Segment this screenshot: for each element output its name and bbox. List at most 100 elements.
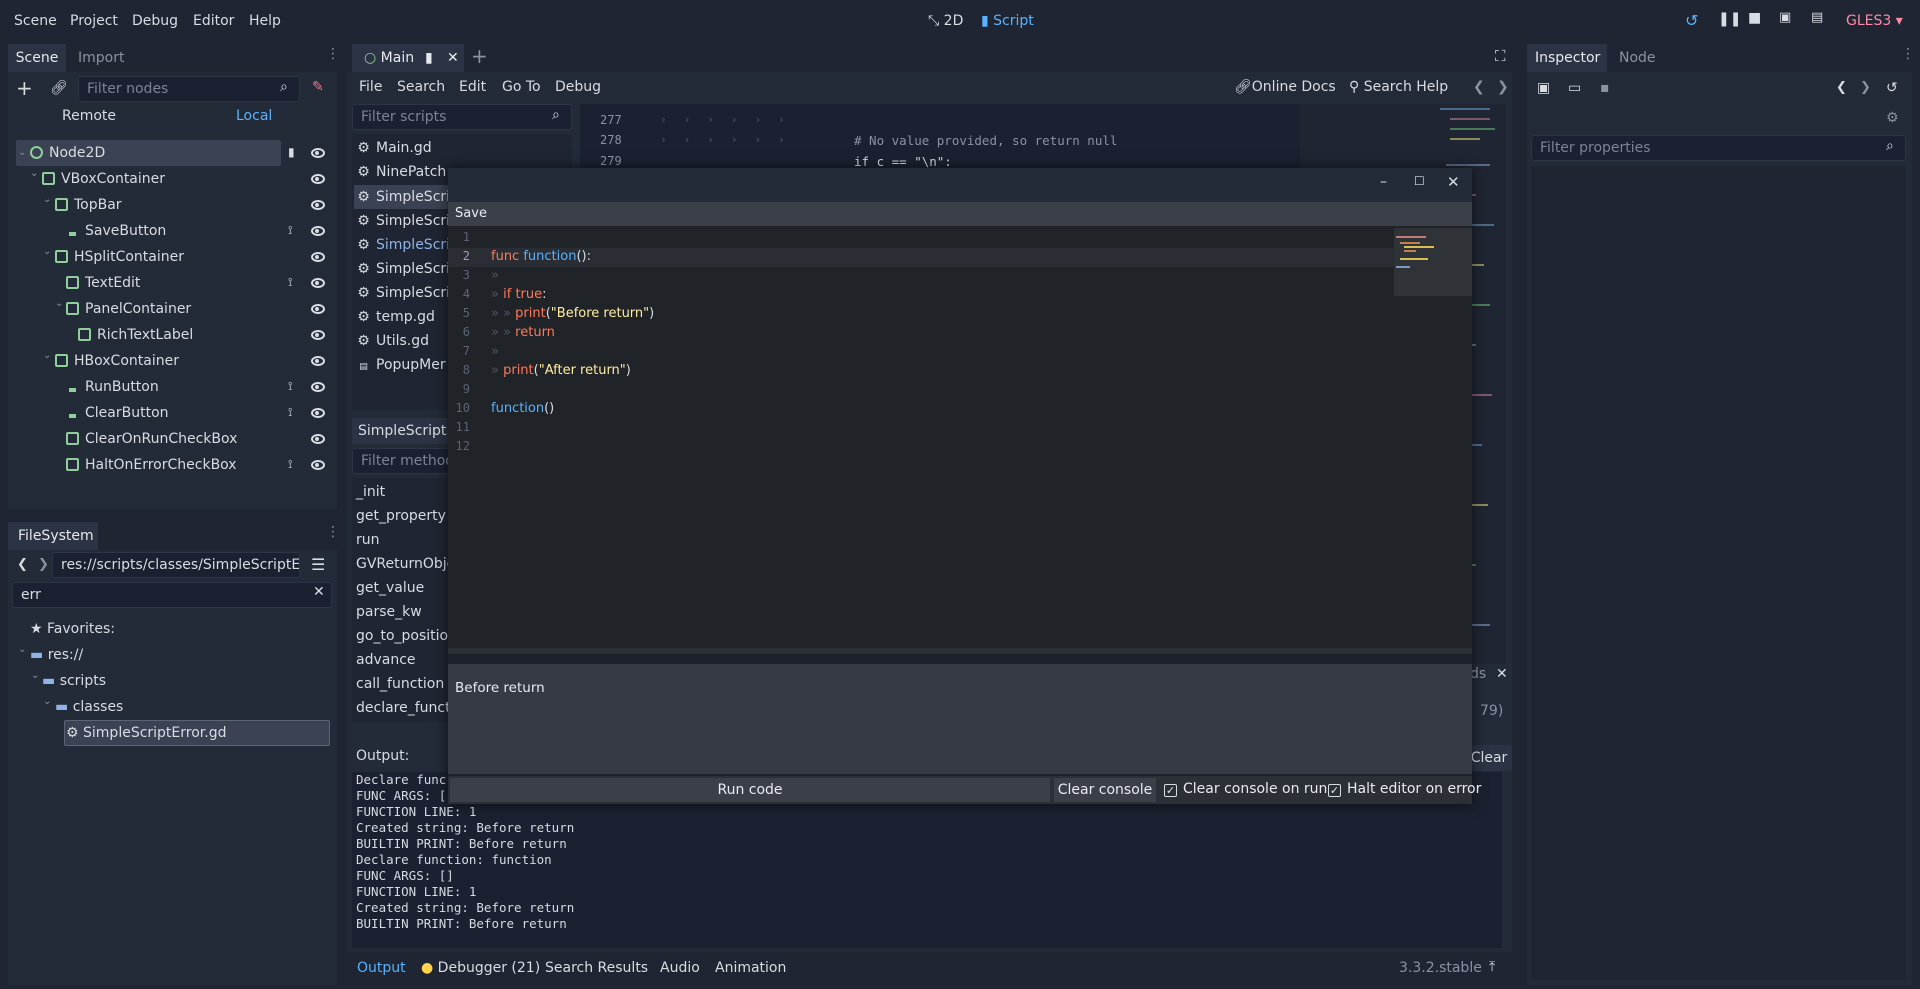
tab-output[interactable]: Output xyxy=(357,960,406,976)
close-icon[interactable]: ✕ xyxy=(447,44,459,72)
expand-panel-icon[interactable]: ⤒ xyxy=(1489,959,1495,975)
maximize-icon[interactable]: ☐ xyxy=(1414,174,1425,188)
chevron-down-icon[interactable]: ⌄ xyxy=(43,350,51,361)
tree-node[interactable]: Node2D xyxy=(30,140,105,166)
visibility-icon[interactable] xyxy=(311,460,325,470)
folder-item[interactable]: ▬ scripts xyxy=(42,668,106,694)
visibility-icon[interactable] xyxy=(311,434,325,444)
chevron-down-icon[interactable]: ⌄ xyxy=(43,194,51,205)
close-icon[interactable]: ✕ xyxy=(1447,173,1460,191)
next-script-icon[interactable]: ❯ xyxy=(1497,79,1509,95)
back-icon[interactable]: ❮ xyxy=(1836,80,1847,95)
link-icon[interactable]: 🔗︎ xyxy=(50,80,68,96)
script-icon[interactable]: ▮ xyxy=(288,145,295,159)
method-item[interactable]: get_value xyxy=(356,576,424,600)
text-edit[interactable] xyxy=(448,226,1472,648)
filter-nodes-input[interactable]: Filter nodes xyxy=(78,76,300,102)
signal-icon[interactable]: ⟟ xyxy=(288,457,292,472)
run-button[interactable]: Run code xyxy=(450,778,1050,802)
output-clear-button[interactable]: Clear xyxy=(1466,745,1512,771)
method-item[interactable]: get_property xyxy=(356,504,446,528)
visibility-icon[interactable] xyxy=(311,304,325,314)
signal-icon[interactable]: ⟟ xyxy=(288,223,292,238)
method-item[interactable]: run xyxy=(356,528,380,552)
tab-main[interactable]: ○ Main ▮ ✕ xyxy=(352,44,464,72)
back-icon[interactable]: ❮ xyxy=(17,557,28,572)
filter-properties-input[interactable]: Filter properties xyxy=(1531,135,1906,161)
remote-button[interactable]: Remote xyxy=(62,108,116,124)
halt-on-error-checkbox[interactable]: ✓ Halt editor on error xyxy=(1328,781,1481,797)
chevron-down-icon[interactable]: ⌄ xyxy=(18,147,26,158)
visibility-icon[interactable] xyxy=(311,382,325,392)
stop-icon[interactable]: ■ xyxy=(1748,10,1761,26)
method-item[interactable]: GVReturnObje xyxy=(356,552,455,576)
visibility-icon[interactable] xyxy=(311,226,325,236)
tab-animation[interactable]: Animation xyxy=(715,960,786,976)
tab-import[interactable]: Import xyxy=(78,44,124,72)
forward-icon[interactable]: ❯ xyxy=(38,557,49,572)
visibility-icon[interactable] xyxy=(311,330,325,340)
method-item[interactable]: call_function xyxy=(356,672,444,696)
dock-menu-icon[interactable]: ⋮ xyxy=(1901,46,1915,62)
file-item[interactable]: ⚙ SimpleScriptError.gd xyxy=(66,720,227,746)
visibility-icon[interactable] xyxy=(311,174,325,184)
tree-node[interactable]: TopBar xyxy=(55,192,122,218)
signal-icon[interactable]: ⟟ xyxy=(288,275,292,290)
workspace-script-button[interactable]: ▮ Script xyxy=(981,13,1034,29)
tree-node[interactable]: HBoxContainer xyxy=(55,348,179,374)
chevron-down-icon[interactable]: ⌄ xyxy=(31,670,39,681)
method-item[interactable]: parse_kw xyxy=(356,600,422,624)
tree-node[interactable]: SaveButton xyxy=(66,218,166,244)
chevron-down-icon[interactable]: ⌄ xyxy=(43,696,51,707)
method-item[interactable]: _init xyxy=(356,480,385,504)
tab-inspector[interactable]: Inspector xyxy=(1527,44,1607,72)
folder-item[interactable]: ▬ classes xyxy=(55,694,123,720)
clear-icon[interactable]: ✕ xyxy=(313,584,325,600)
menu-search[interactable]: Search xyxy=(397,79,445,95)
visibility-icon[interactable] xyxy=(311,252,325,262)
signal-icon[interactable]: ⟟ xyxy=(288,405,292,420)
tab-debugger[interactable]: ● Debugger (21) xyxy=(421,960,540,976)
open-folder-icon[interactable]: ▭ xyxy=(1568,80,1581,96)
visibility-icon[interactable] xyxy=(311,148,325,158)
tab-audio[interactable]: Audio xyxy=(660,960,700,976)
layout-toggle-icon[interactable]: ☰ xyxy=(311,555,325,574)
signal-icon[interactable]: ⟟ xyxy=(288,379,292,394)
play-custom-icon[interactable]: ▤ xyxy=(1811,10,1823,25)
renderer-selector[interactable]: GLES3 ▾ xyxy=(1846,13,1903,29)
visibility-icon[interactable] xyxy=(311,200,325,210)
tree-node[interactable]: HaltOnErrorCheckBox xyxy=(66,452,237,478)
tree-node[interactable]: RichTextLabel xyxy=(78,322,193,348)
search-help-button[interactable]: ⚲ Search Help xyxy=(1349,79,1448,95)
minimize-icon[interactable]: – xyxy=(1380,174,1387,190)
play-icon[interactable]: ↺ xyxy=(1685,11,1698,30)
split-handle[interactable] xyxy=(448,648,1472,654)
new-resource-icon[interactable]: ▣ xyxy=(1537,80,1550,96)
visibility-icon[interactable] xyxy=(311,278,325,288)
add-node-icon[interactable]: + xyxy=(16,78,33,98)
dock-menu-icon[interactable]: ⋮ xyxy=(326,46,340,62)
method-item[interactable]: advance xyxy=(356,648,416,672)
chevron-down-icon[interactable]: ⌄ xyxy=(55,298,63,309)
tab-scene[interactable]: Scene xyxy=(8,44,66,72)
menu-edit[interactable]: Edit xyxy=(459,79,486,95)
tree-node[interactable]: VBoxContainer xyxy=(42,166,165,192)
menu-scene[interactable]: Scene xyxy=(14,13,57,29)
workspace-2d-button[interactable]: ⤡ 2D xyxy=(928,13,963,29)
tree-node[interactable]: ClearButton xyxy=(66,400,169,426)
history-icon[interactable]: ↺ xyxy=(1886,80,1898,96)
save-icon[interactable]: ▪ xyxy=(1600,80,1610,96)
folder-item[interactable]: ▬ res:// xyxy=(30,642,83,668)
tools-icon[interactable]: ⚙ xyxy=(1886,110,1899,126)
dock-menu-icon[interactable]: ⋮ xyxy=(326,524,340,540)
tab-filesystem[interactable]: FileSystem xyxy=(8,522,98,550)
menu-goto[interactable]: Go To xyxy=(502,79,541,95)
menu-debug[interactable]: Debug xyxy=(132,13,178,29)
favorites-item[interactable]: ★ Favorites: xyxy=(30,616,115,642)
chevron-down-icon[interactable]: ⌄ xyxy=(30,168,38,179)
menu-help[interactable]: Help xyxy=(249,13,281,29)
add-tab-icon[interactable]: + xyxy=(471,44,488,68)
play-scene-icon[interactable]: ▣ xyxy=(1779,10,1791,25)
prev-script-icon[interactable]: ❮ xyxy=(1473,79,1485,95)
online-docs-button[interactable]: 🔗︎Online Docs xyxy=(1234,79,1336,95)
